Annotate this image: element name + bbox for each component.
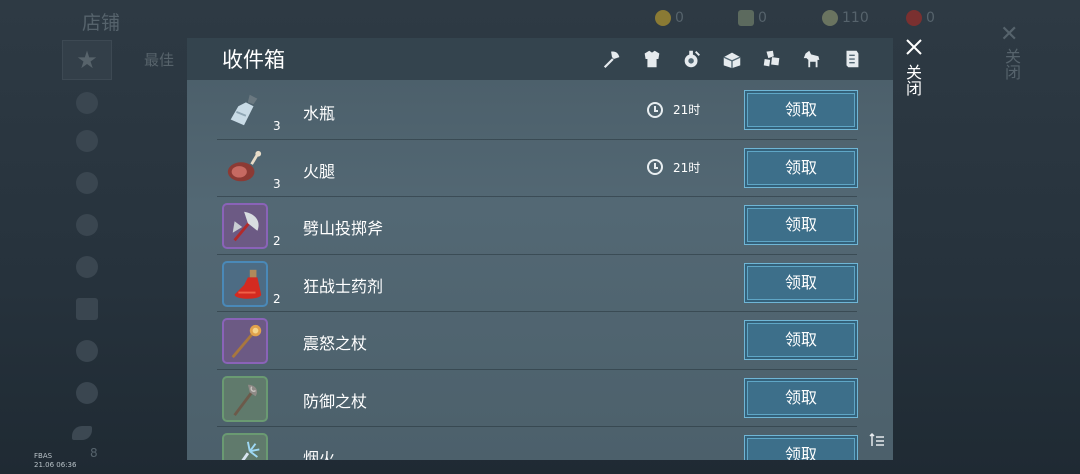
- sort-icon[interactable]: [869, 432, 885, 448]
- item-quantity: 3: [273, 119, 281, 133]
- claim-button[interactable]: 领取: [744, 205, 858, 245]
- beast-category-icon[interactable]: [76, 172, 98, 194]
- mail-list: 3 水瓶 21时 领取 3 火腿 21时 领取 2 劈山投掷斧 领取 2 狂战士…: [217, 82, 858, 460]
- mailbox-header: 收件箱: [187, 38, 893, 80]
- ham-icon: [227, 150, 262, 181]
- armor-icon[interactable]: [639, 46, 665, 72]
- item-quantity: 3: [273, 176, 281, 191]
- star-icon: ★: [76, 46, 98, 74]
- close-label: 关闭: [903, 64, 922, 96]
- ruby-icon: [906, 10, 922, 26]
- list-item: 2 狂战士药剂 领取: [217, 255, 858, 312]
- category-count: 8: [90, 446, 98, 460]
- staff-of-wrath-icon: [231, 324, 262, 359]
- clock-icon: [647, 101, 663, 118]
- mailbox-title: 收件箱: [222, 48, 285, 72]
- orb-category-icon[interactable]: [76, 214, 98, 236]
- item-slot[interactable]: [222, 203, 268, 249]
- water-flask-icon: [230, 94, 258, 126]
- rabbit-category-icon[interactable]: [76, 256, 98, 278]
- item-name: 狂战士药剂: [303, 276, 384, 296]
- list-item: 3 火腿 21时 领取: [217, 140, 858, 197]
- close-button[interactable]: 关闭: [900, 36, 930, 106]
- item-name: 火腿: [303, 161, 336, 181]
- item-slot[interactable]: [222, 318, 268, 364]
- item-name: 水瓶: [303, 104, 336, 123]
- claim-button[interactable]: 领取: [744, 377, 858, 418]
- gold-coin-icon: [655, 10, 671, 26]
- currency-ruby: 0: [906, 10, 935, 26]
- device-info: FBAS 21.06 06:36: [34, 452, 77, 469]
- fire-category-icon[interactable]: [76, 92, 98, 114]
- drop-category-icon[interactable]: [76, 382, 98, 404]
- item-slot[interactable]: [222, 375, 268, 422]
- claim-button[interactable]: 领取: [744, 262, 858, 303]
- firework-icon: [241, 441, 260, 460]
- item-name: 震怒之杖: [303, 334, 368, 353]
- item-quantity: 2: [273, 234, 281, 248]
- bg-close-label: 关闭: [1002, 48, 1021, 80]
- resource-icon: [738, 10, 754, 26]
- item-slot[interactable]: [222, 433, 268, 460]
- item-name: 防御之杖: [303, 391, 368, 411]
- item-quantity: 2: [273, 291, 281, 306]
- expiry-timer: 21时: [647, 159, 700, 176]
- filter-bar: [599, 46, 865, 72]
- item-slot[interactable]: [222, 146, 268, 192]
- potion-category-icon[interactable]: [76, 340, 98, 362]
- currency-resource: 0: [738, 10, 767, 26]
- claim-button[interactable]: 领取: [744, 435, 858, 460]
- store-title: 店铺: [82, 12, 121, 34]
- claim-button[interactable]: 领取: [744, 90, 858, 130]
- item-name: 烟火: [303, 449, 336, 460]
- mailbox-panel: 收件箱 3 水瓶 21时 领取 3 火腿 21时 领取 2 劈山投掷斧 领取 2…: [187, 38, 893, 460]
- clock-icon: [647, 159, 663, 175]
- horse-icon[interactable]: [799, 46, 825, 72]
- silver-coin-icon: [822, 10, 838, 26]
- staff-of-defense-icon: [233, 384, 257, 416]
- list-item: 震怒之杖 领取: [217, 312, 858, 370]
- tab-best[interactable]: 最佳: [144, 49, 174, 70]
- grid-category-icon[interactable]: [76, 298, 98, 320]
- berserker-potion-icon: [234, 269, 262, 299]
- throwing-axe-icon: [232, 211, 259, 242]
- item-name: 劈山投掷斧: [303, 219, 384, 238]
- list-item: 3 水瓶 21时 领取: [217, 82, 858, 140]
- resources-icon[interactable]: [759, 46, 785, 72]
- shield-category-icon[interactable]: [76, 130, 98, 152]
- item-slot[interactable]: [222, 260, 268, 307]
- axe-icon[interactable]: [599, 46, 625, 72]
- chest-icon[interactable]: [719, 46, 745, 72]
- potion-icon[interactable]: [679, 46, 705, 72]
- list-item: 2 劈山投掷斧 领取: [217, 197, 858, 255]
- item-slot[interactable]: [222, 88, 268, 134]
- claim-button[interactable]: 领取: [744, 320, 858, 360]
- list-item: 防御之杖 领取: [217, 370, 858, 427]
- currency-gold: 0: [655, 10, 684, 26]
- currency-silver: 110: [822, 10, 869, 26]
- claim-button[interactable]: 领取: [744, 147, 858, 188]
- book-icon[interactable]: [839, 46, 865, 72]
- list-item: 烟火 领取: [217, 427, 858, 460]
- close-icon: [906, 39, 922, 55]
- expiry-timer: 21时: [647, 101, 700, 118]
- tab-featured[interactable]: ★: [62, 40, 112, 80]
- bg-close-icon: ✕: [1000, 22, 1019, 47]
